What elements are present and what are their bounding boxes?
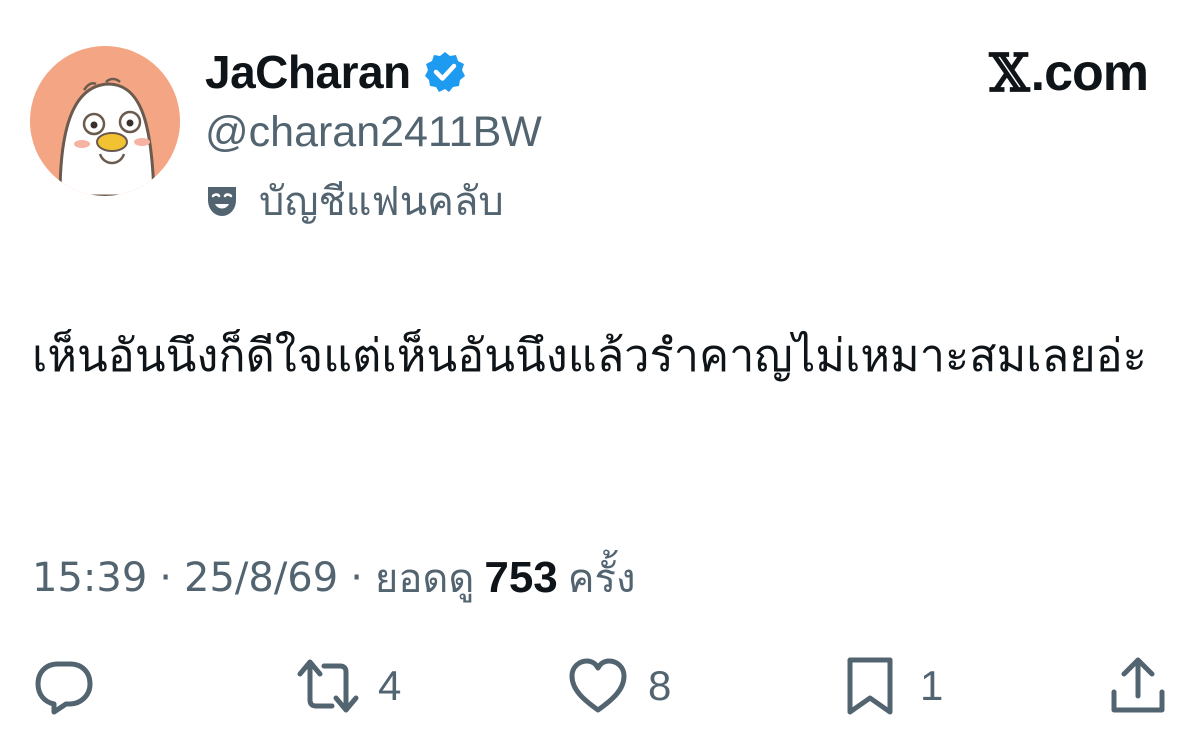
site-logo-text: .com — [1030, 44, 1149, 102]
tweet-date[interactable]: 25/8/69 — [184, 555, 338, 601]
verified-badge-icon[interactable] — [423, 50, 467, 94]
reply-button[interactable] — [32, 648, 96, 724]
mask-icon — [205, 184, 239, 218]
reply-icon — [35, 661, 93, 715]
heart-icon — [569, 658, 627, 713]
bookmark-icon — [847, 657, 893, 715]
like-button[interactable]: 8 — [566, 648, 671, 724]
share-button[interactable] — [1106, 648, 1170, 724]
account-label-row: บัญชีแฟนคลับ — [205, 172, 504, 230]
tweet-time[interactable]: 15:39 — [32, 555, 147, 601]
action-bar: 4 8 1 — [32, 648, 1172, 724]
avatar[interactable] — [30, 46, 180, 196]
retweet-count: 4 — [378, 662, 402, 709]
tweet-meta: 15:39 · 25/8/69 · ยอดดู 753 ครั้ง — [32, 548, 636, 608]
share-icon — [1111, 657, 1165, 713]
tweet-text: เห็นอันนึงก็ดีใจแต่เห็นอันนึงแล้วรำคาญไม… — [32, 329, 1147, 382]
avatar-illustration — [30, 46, 180, 196]
x-logo-icon: 𝕏 — [989, 42, 1029, 104]
meta-separator: · — [159, 555, 172, 601]
views-unit: ครั้ง — [567, 556, 636, 602]
views-label: ยอดดู — [374, 556, 475, 602]
retweet-icon — [297, 659, 359, 713]
like-count: 8 — [648, 662, 672, 709]
bookmark-button[interactable]: 1 — [838, 648, 943, 724]
retweet-button[interactable]: 4 — [296, 648, 401, 724]
display-name[interactable]: JaCharan — [205, 45, 411, 99]
bookmark-count: 1 — [920, 662, 944, 709]
meta-separator: · — [350, 555, 363, 601]
account-label-text: บัญชีแฟนคลับ — [259, 179, 504, 225]
site-logo: 𝕏 .com — [989, 40, 1149, 106]
tweet-card: JaCharan @charan2411BW บัญชีแฟนคลับ 𝕏 .c… — [0, 0, 1200, 744]
author-handle[interactable]: @charan2411BW — [205, 104, 542, 160]
author-name-row: JaCharan — [205, 42, 467, 102]
views-count: 753 — [484, 553, 558, 602]
